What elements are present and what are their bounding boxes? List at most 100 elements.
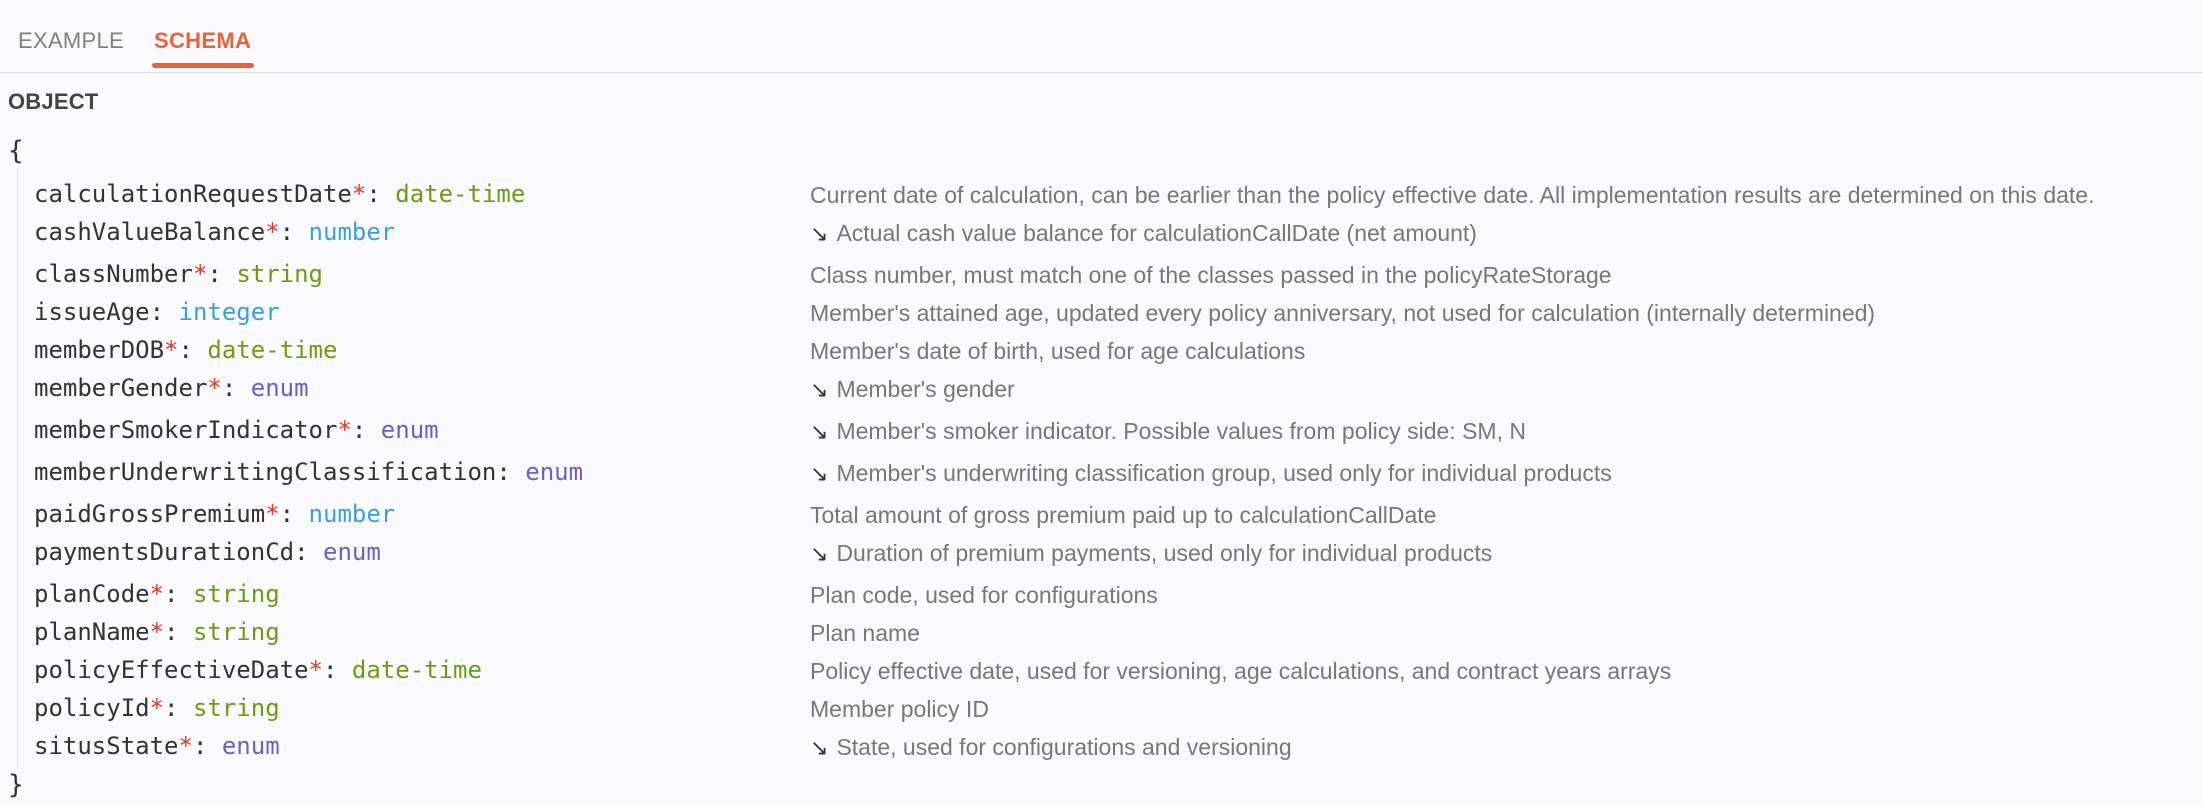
description-text: Policy effective date, used for versioni… <box>810 658 1672 684</box>
property-type: string <box>192 580 280 608</box>
active-tab-indicator <box>152 63 254 68</box>
property-name: memberDOB <box>34 336 165 364</box>
expand-arrow-icon[interactable]: ↘ <box>810 541 828 566</box>
required-marker: * <box>308 656 323 684</box>
property-type: string <box>192 694 280 722</box>
property-name: memberSmokerIndicator <box>34 416 338 444</box>
property-description: Plan name <box>810 620 920 647</box>
expand-arrow-icon[interactable]: ↘ <box>810 419 828 444</box>
property-description: Member's attained age, updated every pol… <box>810 300 1875 327</box>
description-text: Member's underwriting classification gro… <box>836 460 1612 486</box>
property-row: policyId*: string Member policy ID <box>0 694 2202 728</box>
property-signature: memberDOB*: date-time <box>34 336 337 364</box>
type-separator: : <box>164 618 179 646</box>
property-row[interactable]: situsState*: enum ↘ State, used for config… <box>0 732 2202 766</box>
type-separator: : <box>178 336 193 364</box>
type-separator: : <box>164 694 179 722</box>
property-signature: planCode*: string <box>34 580 280 608</box>
tab-schema[interactable]: SCHEMA <box>154 28 251 54</box>
property-name: cashValueBalance <box>34 218 266 246</box>
type-separator: : <box>164 580 179 608</box>
required-marker: * <box>164 336 179 364</box>
description-text: Member's smoker indicator. Possible valu… <box>836 418 1526 444</box>
property-description: Member policy ID <box>810 696 989 723</box>
property-description: Class number, must match one of the clas… <box>810 262 1612 289</box>
required-marker: * <box>265 500 280 528</box>
property-row: paidGrossPremium*: number Total amount of… <box>0 500 2202 534</box>
required-marker: * <box>265 218 280 246</box>
property-description: Total amount of gross premium paid up to… <box>810 502 1436 529</box>
property-type: enum <box>221 732 280 760</box>
type-separator: : <box>294 538 309 566</box>
property-type: string <box>236 260 324 288</box>
property-description: Plan code, used for configurations <box>810 582 1158 609</box>
property-description[interactable]: ↘ Actual cash value balance for calculati… <box>810 220 1477 247</box>
property-row: planName*: string Plan name <box>0 618 2202 652</box>
property-name: calculationRequestDate <box>34 180 352 208</box>
required-marker: * <box>149 694 165 722</box>
property-row: planCode*: string Plan code, used for con… <box>0 580 2202 614</box>
description-text: Member's gender <box>836 376 1015 402</box>
type-separator: : <box>221 374 237 402</box>
property-type: date-time <box>395 180 526 208</box>
required-marker: * <box>337 416 352 444</box>
property-signature: memberSmokerIndicator*: enum <box>34 416 439 444</box>
property-name: issueAge <box>34 298 150 326</box>
tab-bar: EXAMPLE SCHEMA <box>0 0 2202 73</box>
property-description[interactable]: ↘ Member's underwriting classification gr… <box>810 460 1612 487</box>
property-row: issueAge: integer Member's attained age, … <box>0 298 2202 332</box>
description-text: Class number, must match one of the clas… <box>810 262 1612 288</box>
description-text: Actual cash value balance for calculatio… <box>836 220 1477 246</box>
property-name: memberUnderwritingClassification <box>34 458 497 486</box>
property-description[interactable]: ↘ State, used for configurations and vers… <box>810 734 1292 761</box>
property-type: enum <box>323 538 381 566</box>
property-signature: planName*: string <box>34 618 280 646</box>
required-marker: * <box>149 618 165 646</box>
description-text: Member's date of birth, used for age cal… <box>810 338 1306 364</box>
open-brace: { <box>8 136 24 166</box>
property-description: Current date of calculation, can be earl… <box>810 182 2094 209</box>
type-separator: : <box>496 458 511 486</box>
type-separator: : <box>323 656 338 684</box>
type-separator: : <box>351 416 367 444</box>
property-type: enum <box>380 416 439 444</box>
property-name: paymentsDurationCd <box>34 538 295 566</box>
description-text: Plan name <box>810 620 920 646</box>
property-signature: policyId*: string <box>34 694 280 722</box>
property-description[interactable]: ↘ Duration of premium payments, used only… <box>810 540 1492 567</box>
description-text: Current date of calculation, can be earl… <box>810 182 2095 208</box>
expand-arrow-icon[interactable]: ↘ <box>810 221 828 246</box>
required-marker: * <box>192 260 208 288</box>
property-name: policyEffectiveDate <box>34 656 309 684</box>
expand-arrow-icon[interactable]: ↘ <box>810 377 828 402</box>
property-name: situsState <box>34 732 179 760</box>
required-marker: * <box>351 180 367 208</box>
property-row[interactable]: memberSmokerIndicator*: enum ↘ Member's sm… <box>0 416 2202 450</box>
expand-arrow-icon[interactable]: ↘ <box>810 461 828 486</box>
type-separator: : <box>149 298 165 326</box>
tab-example[interactable]: EXAMPLE <box>18 28 124 54</box>
expand-arrow-icon[interactable]: ↘ <box>810 735 828 760</box>
property-description[interactable]: ↘ Member's gender <box>810 376 1015 403</box>
schema-type-label: OBJECT <box>8 89 99 114</box>
property-signature: cashValueBalance*: number <box>34 218 395 246</box>
type-separator: : <box>192 732 208 760</box>
property-row[interactable]: memberGender*: enum ↘ Member's gender <box>0 374 2202 408</box>
property-description[interactable]: ↘ Member's smoker indicator. Possible val… <box>810 418 1526 445</box>
property-signature: memberGender*: enum <box>34 374 309 402</box>
property-signature: calculationRequestDate*: date-time <box>34 180 525 208</box>
property-signature: classNumber*: string <box>34 260 323 288</box>
property-row: calculationRequestDate*: date-time Curren… <box>0 180 2202 214</box>
property-description: Policy effective date, used for versioni… <box>810 658 1671 685</box>
required-marker: * <box>178 732 193 760</box>
property-row: memberDOB*: date-time Member's date of bi… <box>0 336 2202 370</box>
property-type: enum <box>525 458 584 486</box>
property-type: enum <box>250 374 309 402</box>
property-type: number <box>308 218 396 246</box>
property-row[interactable]: memberUnderwritingClassification: enum ↘ M… <box>0 458 2202 492</box>
property-signature: paymentsDurationCd: enum <box>34 538 381 566</box>
property-row[interactable]: cashValueBalance*: number ↘ Actual cash va… <box>0 218 2202 252</box>
property-signature: paidGrossPremium*: number <box>34 500 395 528</box>
required-marker: * <box>207 374 222 402</box>
property-row[interactable]: paymentsDurationCd: enum ↘ Duration of pre… <box>0 538 2202 572</box>
